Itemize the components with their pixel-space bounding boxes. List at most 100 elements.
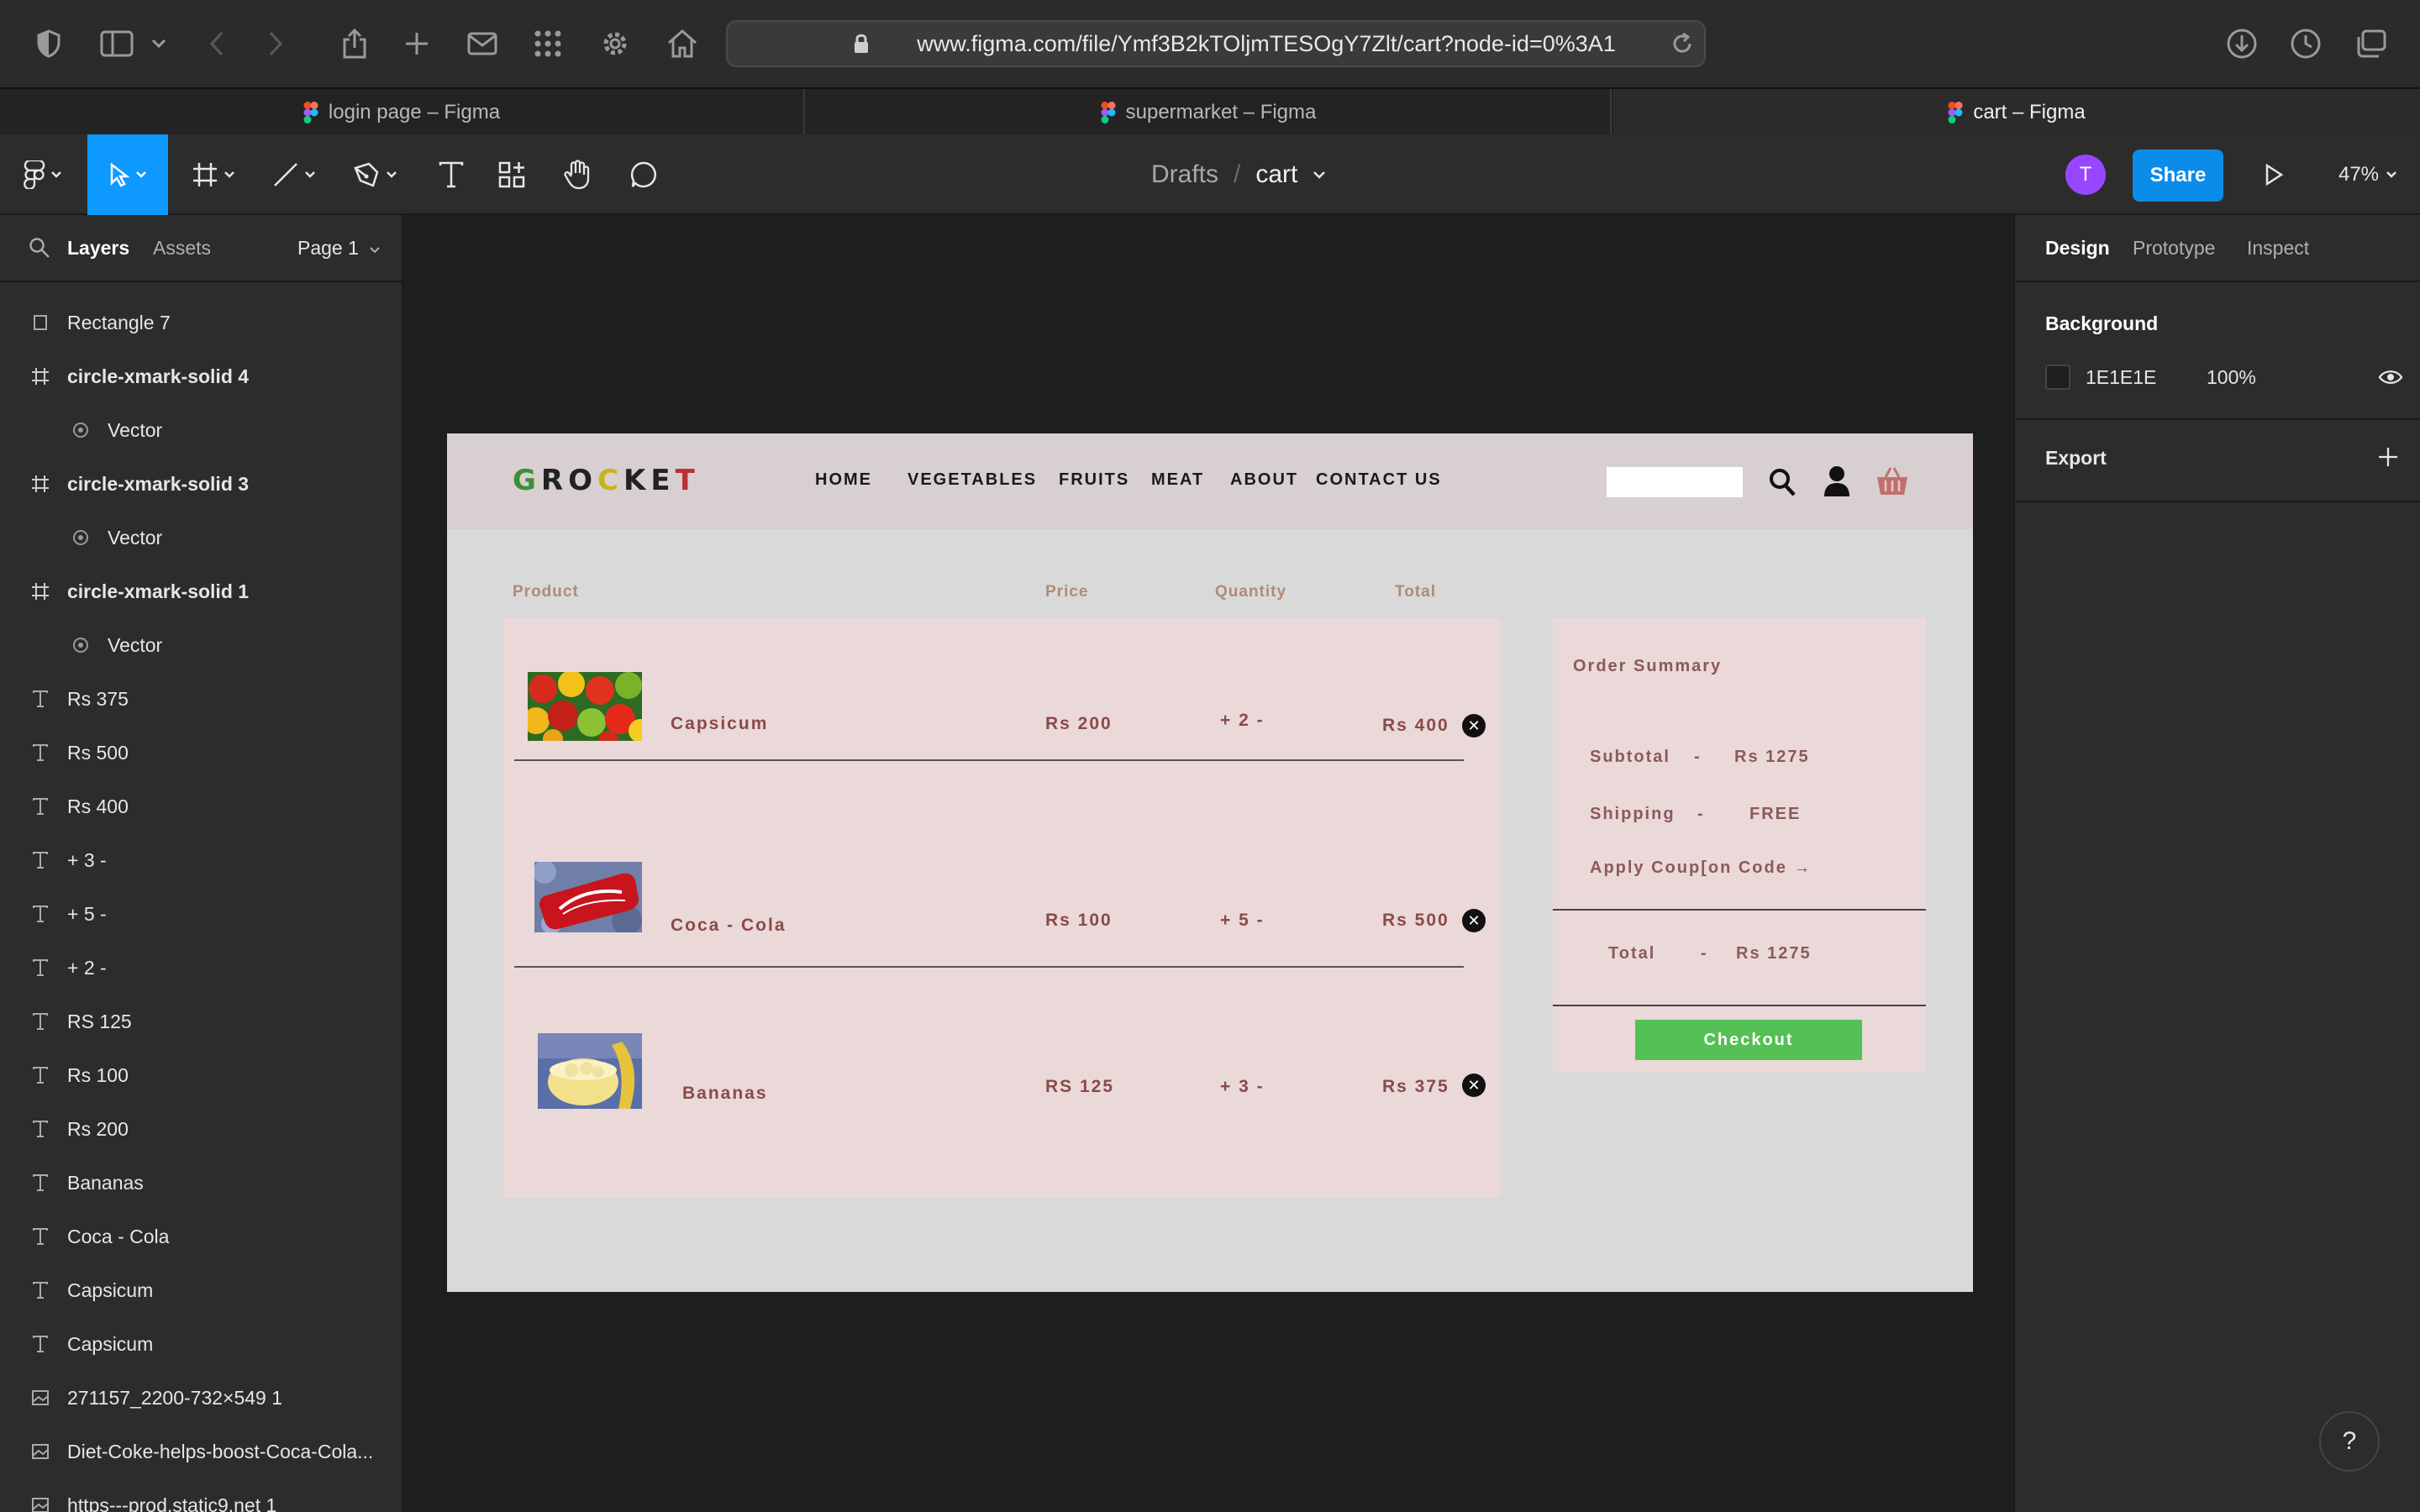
layer-row[interactable]: Capsicum (0, 1317, 403, 1371)
hand-tool[interactable] (550, 134, 605, 215)
layer-row[interactable]: Rs 100 (0, 1048, 403, 1102)
search-icon[interactable] (29, 237, 50, 259)
layer-row[interactable]: Diet-Coke-helps-boost-Coca-Cola... (0, 1425, 403, 1478)
pen-tool[interactable] (345, 134, 405, 215)
quantity-stepper[interactable]: + 2 - (1220, 711, 1265, 731)
background-opacity[interactable]: 100% (2207, 366, 2256, 389)
breadcrumb-drafts[interactable]: Drafts (1151, 160, 1218, 189)
comment-tool[interactable] (617, 134, 672, 215)
tab-overview-icon[interactable] (2353, 25, 2390, 62)
components-icon (498, 161, 525, 188)
home-icon[interactable] (664, 25, 701, 62)
layer-row[interactable]: Vector (0, 618, 403, 672)
help-button[interactable]: ? (2319, 1411, 2380, 1472)
downloads-icon[interactable] (2223, 25, 2260, 62)
layer-row[interactable]: + 2 - (0, 941, 403, 995)
text-layer-icon (30, 1334, 50, 1354)
layer-row[interactable]: Bananas (0, 1156, 403, 1210)
layer-row[interactable]: circle-xmark-solid 3 (0, 457, 403, 511)
layer-row[interactable]: https---prod.static9.net 1 (0, 1478, 403, 1512)
layer-row[interactable]: RS 125 (0, 995, 403, 1048)
tab-inspect[interactable]: Inspect (2247, 237, 2309, 260)
layer-row[interactable]: Rs 400 (0, 780, 403, 833)
reload-icon[interactable] (1670, 32, 1694, 55)
nav-fruits[interactable]: FRUITS (1059, 470, 1129, 490)
chevron-down-icon[interactable] (1313, 171, 1326, 179)
layer-row[interactable]: + 3 - (0, 833, 403, 887)
tab-layers[interactable]: Layers (67, 237, 129, 260)
add-export-icon[interactable] (2376, 445, 2400, 469)
layer-row[interactable]: Vector (0, 511, 403, 564)
tab-prototype[interactable]: Prototype (2133, 237, 2215, 260)
move-tool[interactable] (87, 134, 168, 215)
text-layer-icon (30, 904, 50, 924)
summary-divider (1553, 909, 1926, 911)
nav-vegetables[interactable]: VEGETABLES (908, 470, 1037, 490)
nav-home[interactable]: HOME (815, 470, 872, 490)
basket-icon[interactable] (1876, 465, 1909, 497)
site-search-input[interactable] (1607, 467, 1743, 497)
grid-apps-icon[interactable] (529, 25, 566, 62)
tab-cart[interactable]: cart – Figma (1613, 89, 2420, 136)
divider (2015, 418, 2420, 420)
sidebar-toggle-icon[interactable] (96, 25, 138, 62)
file-name[interactable]: cart (1255, 160, 1297, 189)
tab-login-page[interactable]: login page – Figma (0, 89, 805, 136)
tab-design[interactable]: Design (2045, 237, 2110, 260)
checkout-button[interactable]: Checkout (1635, 1020, 1862, 1060)
remove-item-icon[interactable]: ✕ (1462, 1074, 1486, 1097)
page-selector[interactable]: Page 1 (297, 237, 381, 260)
tab-assets[interactable]: Assets (153, 237, 211, 260)
layer-row[interactable]: 271157_2200-732×549 1 (0, 1371, 403, 1425)
layer-row[interactable]: Rs 500 (0, 726, 403, 780)
mail-icon[interactable] (464, 25, 501, 62)
zoom-control[interactable]: 47% (2324, 134, 2412, 215)
address-bar[interactable]: www.figma.com/file/Ymf3B2kTOljmTESOgY7Zl… (726, 20, 1706, 67)
layer-row[interactable]: Vector (0, 403, 403, 457)
nav-contact-us[interactable]: CONTACT US (1316, 470, 1442, 490)
resources-tool[interactable] (484, 134, 539, 215)
remove-item-icon[interactable]: ✕ (1462, 714, 1486, 738)
dash: - (1701, 944, 1708, 963)
layer-name: Rs 375 (67, 687, 129, 710)
nav-meat[interactable]: MEAT (1151, 470, 1204, 490)
user-icon[interactable] (1823, 465, 1850, 497)
main-menu-button[interactable] (15, 134, 71, 215)
layer-row[interactable]: Rectangle 7 (0, 296, 403, 349)
shape-tool[interactable] (264, 134, 324, 215)
frame-tool[interactable] (183, 134, 244, 215)
site-logo[interactable]: GROCKET (513, 464, 700, 497)
cart-frame[interactable]: GROCKET HOME VEGETABLES FRUITS MEAT ABOU… (447, 433, 1973, 1292)
forward-icon[interactable] (257, 25, 294, 62)
site-search-icon[interactable] (1768, 467, 1797, 497)
avatar[interactable]: T (2065, 155, 2106, 195)
apply-coupon-link[interactable]: Apply Coup[on Code → (1590, 858, 1812, 878)
history-icon[interactable] (2287, 25, 2324, 62)
text-tool[interactable] (424, 134, 479, 215)
layer-row[interactable]: Rs 200 (0, 1102, 403, 1156)
tab-supermarket[interactable]: supermarket – Figma (807, 89, 1612, 136)
tab-label: login page – Figma (328, 101, 501, 123)
quantity-stepper[interactable]: + 5 - (1220, 911, 1265, 931)
share-page-icon[interactable] (336, 25, 373, 62)
layer-row[interactable]: Capsicum (0, 1263, 403, 1317)
present-button[interactable] (2249, 134, 2299, 215)
new-tab-icon[interactable] (398, 25, 435, 62)
nav-about[interactable]: ABOUT (1230, 470, 1298, 490)
chevron-down-icon[interactable] (145, 25, 173, 62)
eye-icon[interactable] (2378, 368, 2403, 386)
back-icon[interactable] (198, 25, 235, 62)
background-hex[interactable]: 1E1E1E (2086, 366, 2156, 389)
layer-row[interactable]: + 5 - (0, 887, 403, 941)
privacy-shield-icon[interactable] (30, 25, 67, 62)
logo-letter: O (568, 464, 598, 497)
layer-row[interactable]: Coca - Cola (0, 1210, 403, 1263)
share-button[interactable]: Share (2133, 150, 2223, 202)
layer-row[interactable]: Rs 375 (0, 672, 403, 726)
remove-item-icon[interactable]: ✕ (1462, 909, 1486, 932)
layer-row[interactable]: circle-xmark-solid 4 (0, 349, 403, 403)
layer-row[interactable]: circle-xmark-solid 1 (0, 564, 403, 618)
quantity-stepper[interactable]: + 3 - (1220, 1077, 1265, 1097)
background-swatch[interactable] (2045, 365, 2070, 390)
gear-icon[interactable] (597, 25, 634, 62)
